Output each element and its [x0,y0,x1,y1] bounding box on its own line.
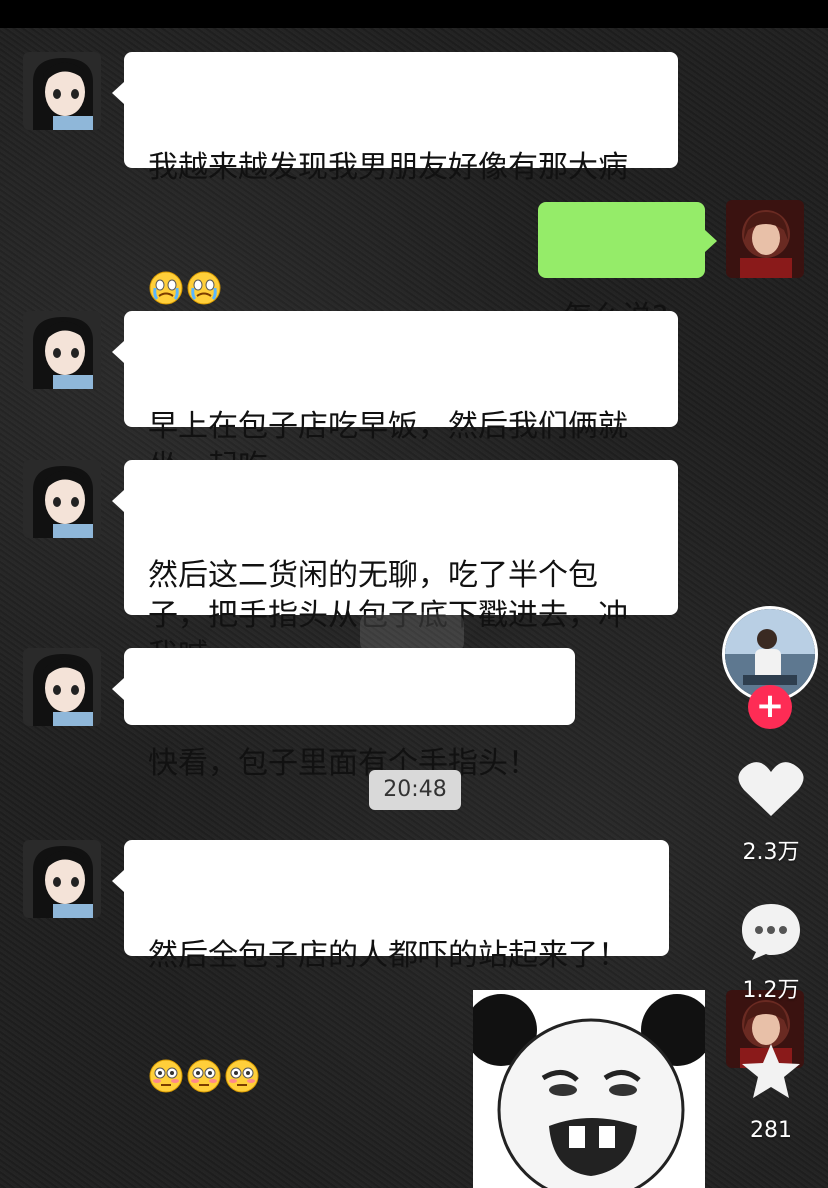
message-bubble[interactable]: 然后这二货闲的无聊，吃了半个包 子，把手指头从包子底下戳进去，冲 我喊 [112,460,678,673]
timestamp-badge: 20:48 [369,770,461,810]
comment-icon[interactable] [738,900,804,962]
status-bar [0,0,828,28]
like-group[interactable]: 2.3万 [722,758,820,866]
flushed-face-icon [149,1059,183,1093]
heart-icon[interactable] [736,758,806,820]
message-bubble[interactable]: 然后全包子店的人都吓的站起来了！ [112,840,669,1093]
sent-message-bubble[interactable]: 怎么说? [538,202,717,335]
crying-face-icon [187,271,221,305]
sender-avatar[interactable] [23,311,101,389]
self-avatar[interactable] [726,200,804,278]
follow-button[interactable]: + [748,685,792,729]
sender-avatar[interactable] [23,52,101,130]
like-count: 2.3万 [742,840,800,865]
message-bubble[interactable]: 早上在包子店吃早饭，然后我们俩就 坐一起吃 [112,311,678,484]
comment-group[interactable]: 1.2万 [722,900,820,1004]
sender-avatar[interactable] [23,460,101,538]
message-text: 我越来越发现我男朋友好像有那大病 [148,150,628,185]
flushed-face-icon [187,1059,221,1093]
favorite-count: 281 [750,1118,792,1143]
crying-face-icon [149,271,183,305]
star-icon[interactable] [738,1040,804,1104]
sender-avatar[interactable] [23,648,101,726]
favorite-group[interactable]: 281 [722,1040,820,1143]
message-text: 然后全包子店的人都吓的站起来了！ [148,938,628,973]
comment-count: 1.2万 [742,978,800,1003]
panda-meme-sticker[interactable] [473,990,705,1188]
sender-avatar[interactable] [23,840,101,918]
flushed-face-icon [225,1059,259,1093]
message-bubble[interactable]: 我越来越发现我男朋友好像有那大病 [112,52,678,305]
message-bubble[interactable]: 快看，包子里面有个手指头！ [112,648,575,781]
message-text: 快看，包子里面有个手指头！ [148,746,538,781]
